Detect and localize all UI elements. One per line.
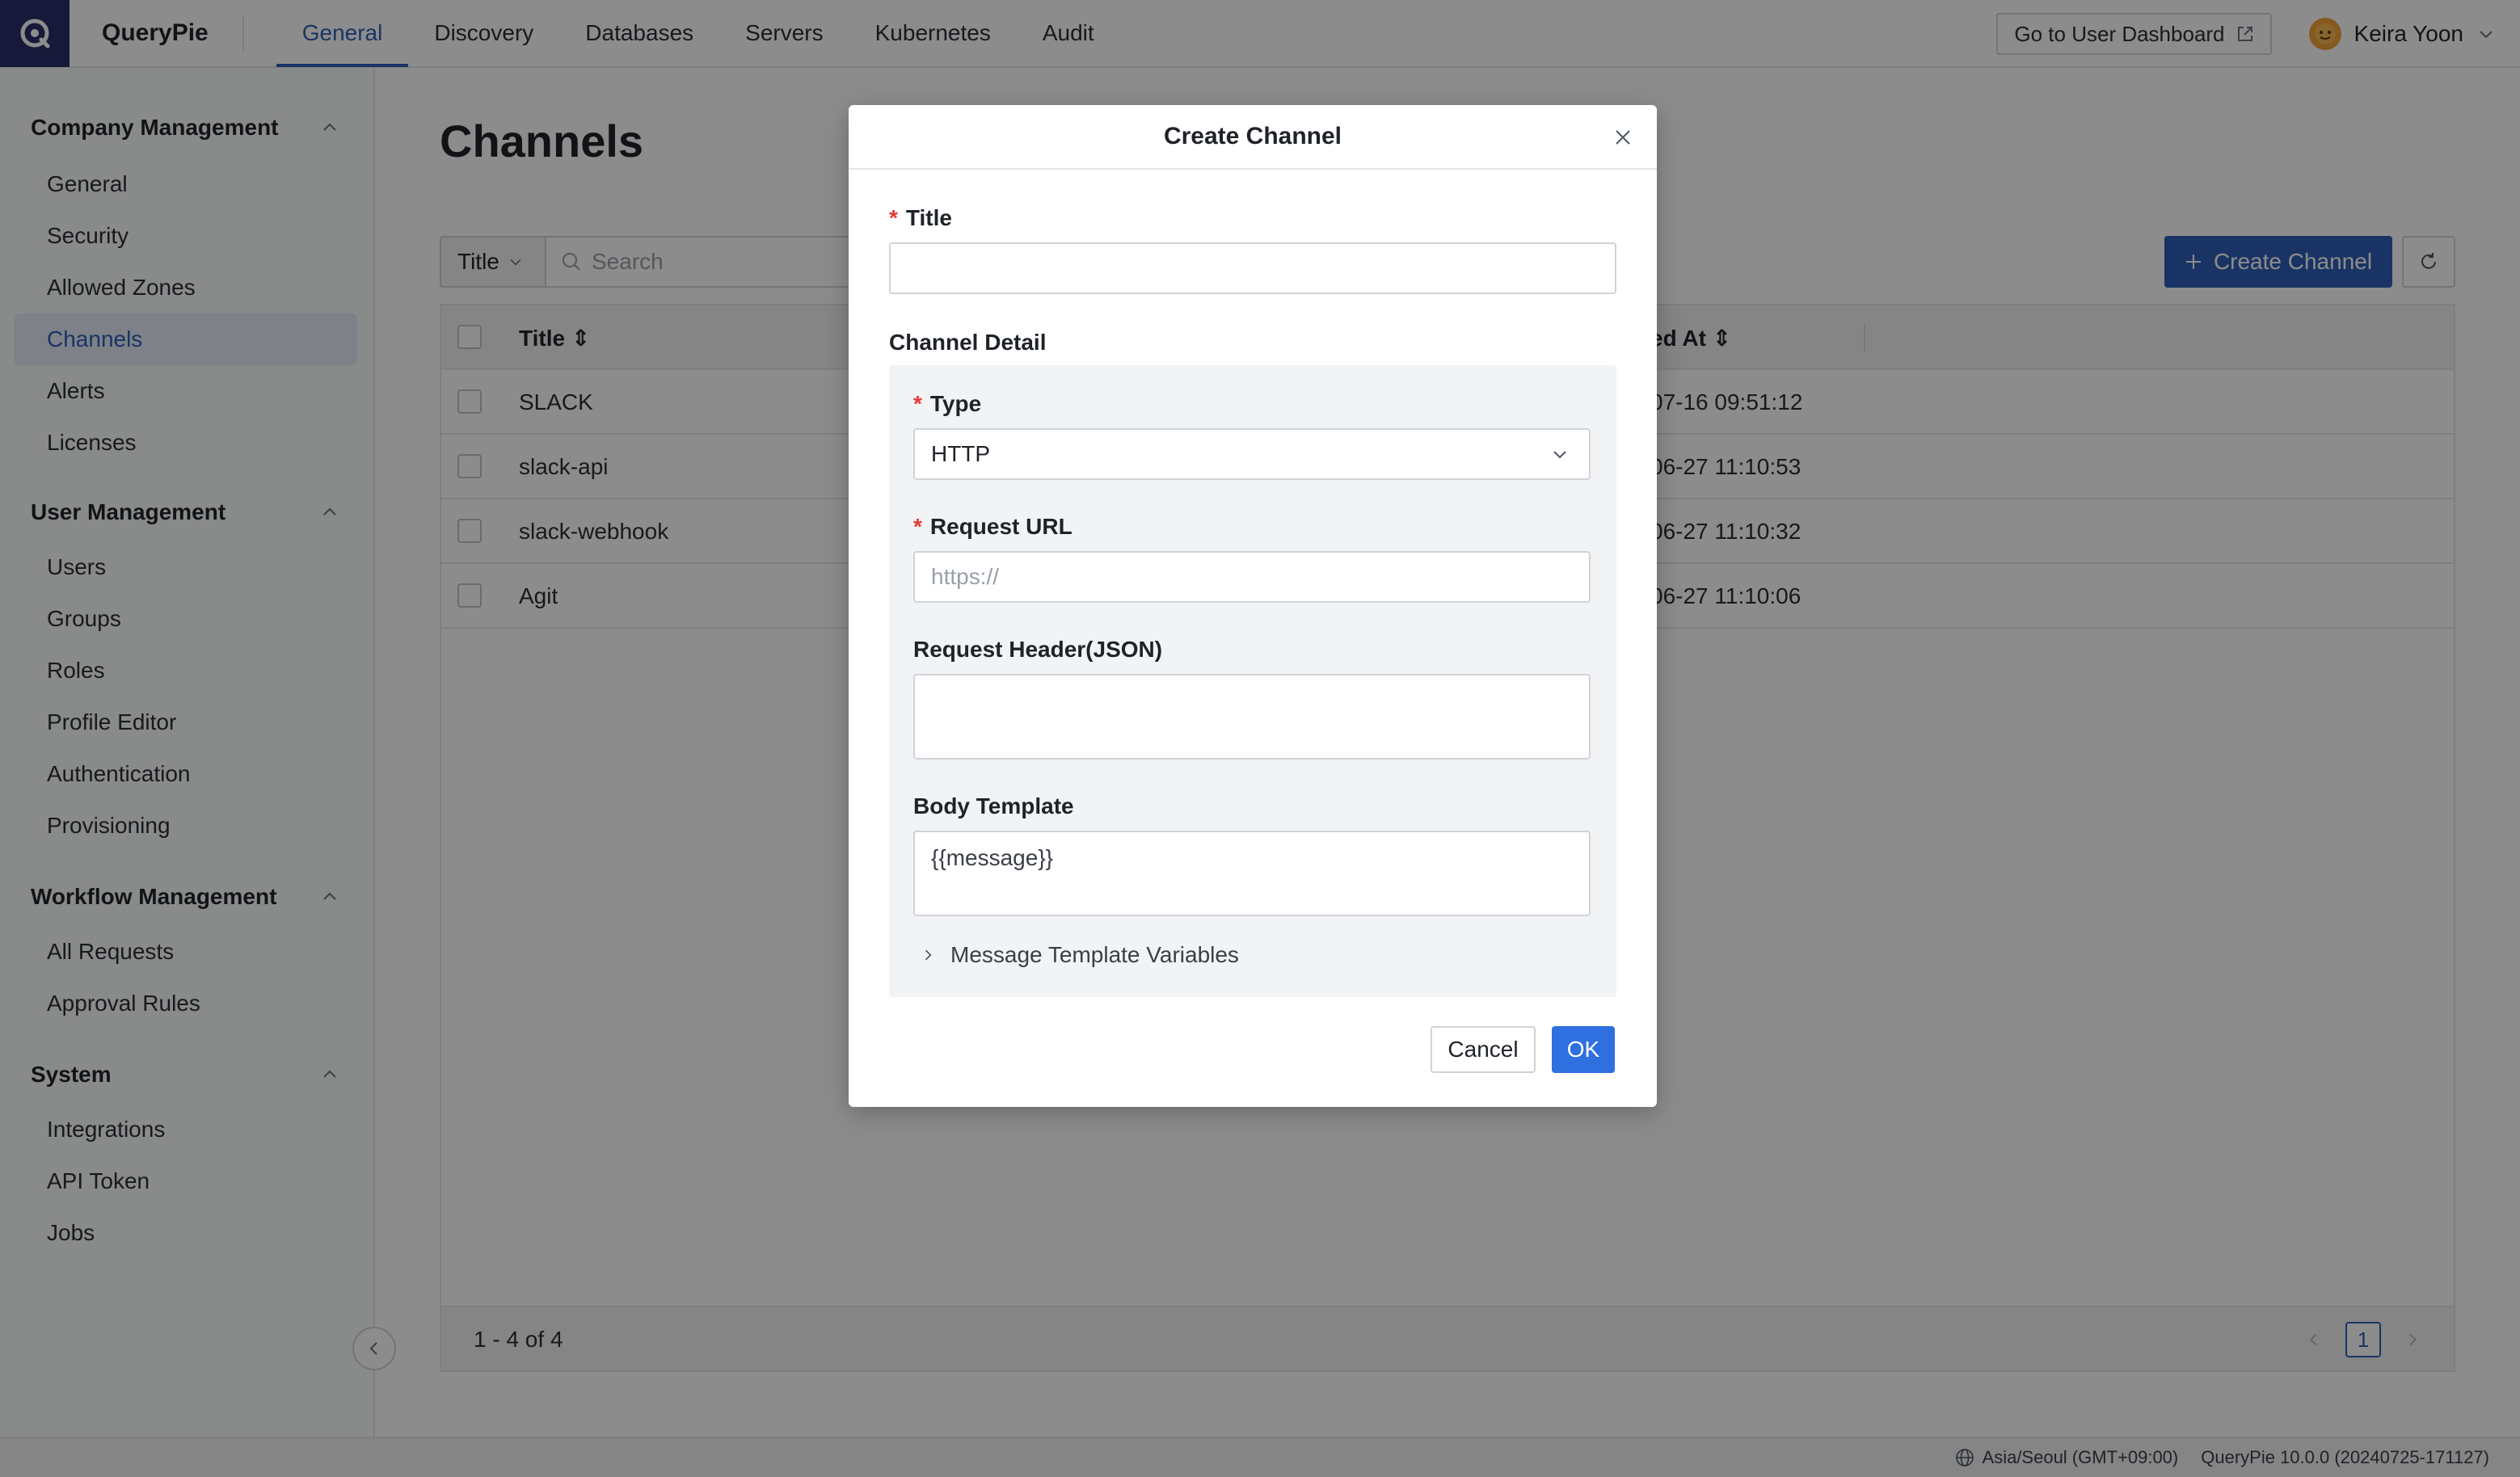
- request-header-textarea[interactable]: [913, 674, 1591, 760]
- create-channel-modal: Create Channel * Title Channel Detail * Ty…: [849, 105, 1657, 1107]
- body-template-label: Body Template: [913, 793, 1074, 818]
- close-icon[interactable]: [1612, 126, 1634, 149]
- cancel-button[interactable]: Cancel: [1431, 1026, 1536, 1073]
- request-header-label: Request Header(JSON): [913, 637, 1163, 662]
- message-template-variables-toggle[interactable]: Message Template Variables: [920, 942, 1239, 968]
- type-field-label: * Type: [913, 391, 981, 417]
- title-label-text: Title: [905, 205, 952, 230]
- required-marker: *: [913, 391, 922, 416]
- request-url-label-text: Request URL: [929, 514, 1072, 539]
- chevron-down-icon: [1553, 451, 1566, 459]
- channel-detail-label: Channel Detail: [889, 330, 1047, 355]
- type-select[interactable]: HTTP: [913, 428, 1591, 480]
- required-marker: *: [889, 205, 898, 230]
- request-url-input[interactable]: https://: [913, 551, 1591, 603]
- ok-button[interactable]: OK: [1552, 1026, 1615, 1073]
- body-template-textarea[interactable]: {{message}}: [913, 831, 1591, 916]
- type-selected-value: HTTP: [931, 441, 991, 466]
- type-label-text: Type: [929, 391, 982, 416]
- title-input[interactable]: [889, 242, 1616, 294]
- required-marker: *: [913, 514, 922, 539]
- message-template-variables-label: Message Template Variables: [950, 942, 1239, 967]
- request-url-placeholder: https://: [931, 564, 1000, 589]
- chevron-right-icon: [925, 949, 932, 961]
- title-field-label: * Title: [889, 205, 952, 231]
- modal-header: Create Channel: [849, 105, 1657, 170]
- modal-title: Create Channel: [1163, 123, 1342, 149]
- request-url-field-label: * Request URL: [913, 514, 1072, 540]
